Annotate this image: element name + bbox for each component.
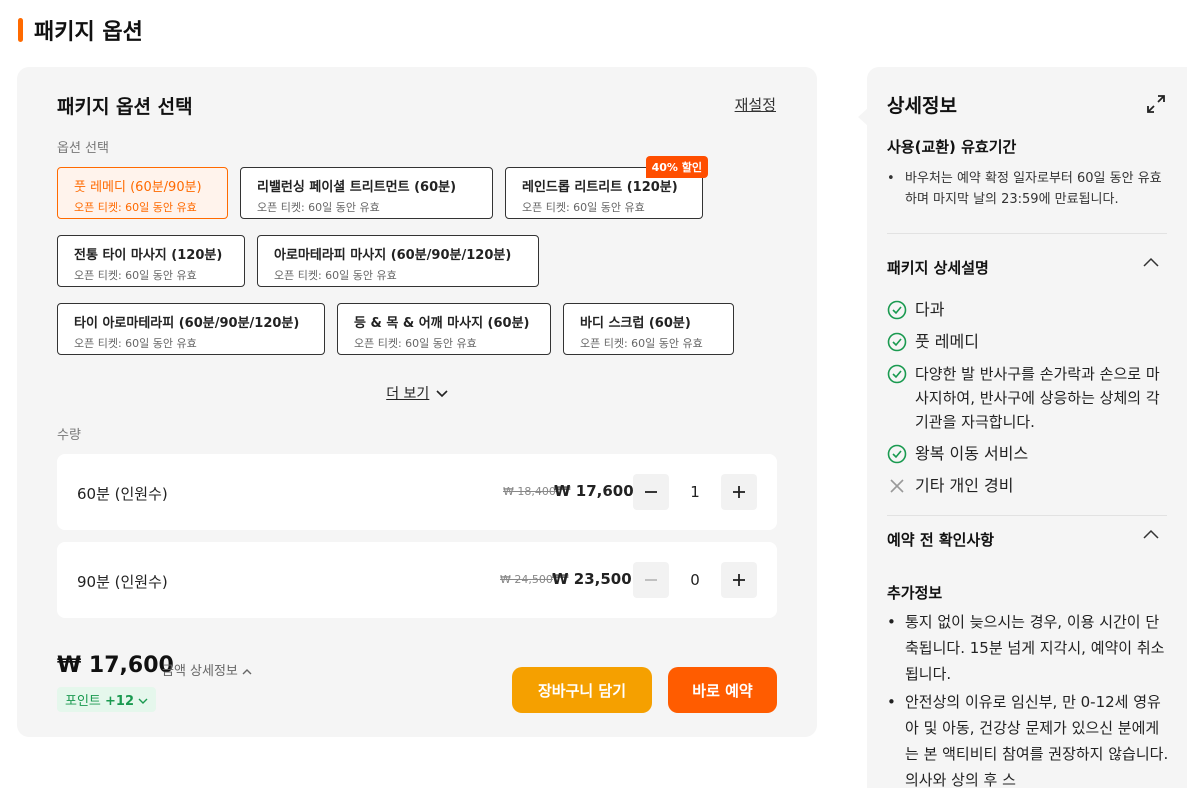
option-raindrop-retreat[interactable]: 레인드롭 리트리트 (120분) 오픈 티켓: 60일 동안 유효 40% 할인: [505, 156, 708, 219]
included-item-text: 다양한 발 반사구를 손가락과 손으로 마사지하여, 반사구에 상응하는 상체의…: [915, 365, 1160, 431]
quantity-value: 0: [690, 571, 700, 589]
expand-icon[interactable]: [1147, 95, 1165, 113]
decrease-button[interactable]: [633, 562, 669, 598]
option-name: 등 & 목 & 어깨 마사지 (60분): [354, 316, 530, 331]
check-circle-icon: [887, 300, 907, 320]
extra-info-text: 안전상의 이유로 임신부, 만 0-12세 영유아 및 아동, 건강상 문제가 …: [905, 693, 1169, 788]
validity-text: 바우처는 예약 확정 일자로부터 60일 동안 유효하며 마지막 날의 23:5…: [905, 171, 1162, 207]
option-thai-aromatherapy[interactable]: 타이 아로마테라피 (60분/90분/120분) 오픈 티켓: 60일 동안 유…: [57, 303, 325, 355]
option-name: 전통 타이 마사지 (120분): [74, 248, 223, 263]
package-detail-title: 패키지 상세설명: [887, 259, 989, 277]
total-price: ₩ 17,600: [57, 653, 174, 678]
option-validity: 오픈 티켓: 60일 동안 유효: [74, 269, 197, 282]
quantity-row-90min: 90분 (인원수) ₩ 24,500 ₩ 23,500 0: [57, 542, 777, 618]
included-item-text: 왕복 이동 서비스: [915, 444, 1029, 463]
price-detail-toggle[interactable]: 금액 상세정보: [162, 660, 252, 679]
option-name: 바디 스크럽 (60분): [580, 316, 691, 331]
included-item: 왕복 이동 서비스: [887, 442, 1167, 466]
included-item: 다양한 발 반사구를 손가락과 손으로 마사지하여, 반사구에 상응하는 상체의…: [887, 362, 1167, 434]
quantity-row-60min: 60분 (인원수) ₩ 18,400 ₩ 17,600 1: [57, 454, 777, 530]
option-aromatherapy-massage[interactable]: 아로마테라피 마사지 (60분/90분/120분) 오픈 티켓: 60일 동안 …: [257, 235, 539, 287]
excluded-item: 기타 개인 경비: [887, 474, 1167, 498]
sale-price: ₩ 17,600: [554, 482, 634, 500]
chevron-down-icon: [436, 390, 448, 398]
check-circle-icon: [887, 444, 907, 464]
option-thai-massage[interactable]: 전통 타이 마사지 (120분) 오픈 티켓: 60일 동안 유효: [57, 235, 245, 287]
option-validity: 오픈 티켓: 60일 동안 유효: [257, 201, 380, 214]
included-item: 풋 레메디: [887, 330, 1167, 354]
title-accent-bar: [18, 18, 23, 42]
points-label: 포인트: [65, 694, 101, 709]
extra-info-title: 추가정보: [887, 584, 943, 602]
check-circle-icon: [887, 332, 907, 352]
option-back-neck-shoulder[interactable]: 등 & 목 & 어깨 마사지 (60분) 오픈 티켓: 60일 동안 유효: [337, 303, 551, 355]
extra-info-item: • 안전상의 이유로 임신부, 만 0-12세 영유아 및 아동, 건강상 문제…: [887, 689, 1171, 788]
divider: [887, 233, 1167, 234]
option-validity: 오픈 티켓: 60일 동안 유효: [74, 201, 197, 214]
reset-button[interactable]: 재설정: [735, 94, 776, 115]
book-now-button[interactable]: 바로 예약: [668, 667, 777, 713]
increase-button[interactable]: [721, 562, 757, 598]
page-title: 패키지 옵션: [18, 14, 143, 46]
included-item-text: 풋 레메디: [915, 332, 979, 351]
chevron-up-icon[interactable]: [1143, 257, 1159, 267]
notice-title: 예약 전 확인사항: [887, 531, 995, 549]
option-validity: 오픈 티켓: 60일 동안 유효: [522, 201, 645, 214]
bullet: •: [887, 693, 896, 711]
extra-info-text: 통지 없이 늦으시는 경우, 이용 시간이 단축됩니다. 15분 넘게 지각시,…: [905, 613, 1165, 683]
increase-button[interactable]: [721, 474, 757, 510]
panel-title: 패키지 옵션 선택: [57, 96, 193, 118]
points-badge[interactable]: 포인트 +12: [57, 687, 157, 712]
bullet: •: [887, 171, 895, 186]
option-validity: 오픈 티켓: 60일 동안 유효: [274, 269, 397, 282]
original-price: ₩ 18,400: [503, 485, 556, 498]
original-price: ₩ 24,500: [500, 573, 553, 586]
included-item-text: 다과: [915, 300, 945, 319]
minus-icon: [645, 491, 657, 493]
add-to-cart-button[interactable]: 장바구니 담기: [512, 667, 652, 713]
details-title: 상세정보: [887, 95, 957, 117]
excluded-item-text: 기타 개인 경비: [915, 476, 1014, 495]
minus-icon: [645, 579, 657, 581]
option-validity: 오픈 티켓: 60일 동안 유효: [354, 337, 477, 350]
quantity-row-label: 60분 (인원수): [77, 485, 168, 503]
page-title-text: 패키지 옵션: [34, 20, 143, 45]
decrease-button[interactable]: [633, 474, 669, 510]
check-circle-icon: [887, 364, 907, 384]
extra-info-item: • 통지 없이 늦으시는 경우, 이용 시간이 단축됩니다. 15분 넘게 지각…: [887, 609, 1171, 687]
quantity-value: 1: [690, 483, 700, 501]
show-more-button[interactable]: 더 보기: [17, 383, 817, 403]
plus-icon: [733, 574, 745, 586]
chevron-up-icon: [242, 669, 252, 675]
details-panel: 상세정보 사용(교환) 유효기간 • 바우처는 예약 확정 일자로부터 60일 …: [867, 67, 1187, 788]
quantity-row-label: 90분 (인원수): [77, 573, 168, 591]
option-body-scrub[interactable]: 바디 스크럽 (60분) 오픈 티켓: 60일 동안 유효: [563, 303, 734, 355]
quantity-label: 수량: [57, 428, 81, 443]
bullet: •: [887, 613, 896, 631]
options-label: 옵션 선택: [57, 141, 109, 156]
x-icon: [890, 479, 904, 493]
divider: [887, 515, 1167, 516]
sale-price: ₩ 23,500: [552, 570, 632, 588]
option-foot-remedy[interactable]: 풋 레메디 (60분/90분) 오픈 티켓: 60일 동안 유효: [57, 167, 228, 219]
validity-title: 사용(교환) 유효기간: [887, 138, 1017, 156]
package-options-panel: 패키지 옵션 선택 재설정 옵션 선택 풋 레메디 (60분/90분) 오픈 티…: [17, 67, 817, 737]
plus-icon: [733, 486, 745, 498]
chevron-up-icon[interactable]: [1143, 529, 1159, 539]
included-item: 다과: [887, 298, 1167, 322]
option-name: 아로마테라피 마사지 (60분/90분/120분): [274, 248, 512, 263]
option-name: 타이 아로마테라피 (60분/90분/120분): [74, 316, 300, 331]
chevron-down-icon: [138, 698, 148, 704]
option-validity: 오픈 티켓: 60일 동안 유효: [74, 337, 197, 350]
option-validity: 오픈 티켓: 60일 동안 유효: [580, 337, 703, 350]
option-name: 리밸런싱 페이셜 트리트먼트 (60분): [257, 180, 457, 195]
price-detail-label: 금액 상세정보: [162, 664, 238, 679]
show-more-label: 더 보기: [386, 386, 430, 402]
option-name: 레인드롭 리트리트 (120분): [522, 180, 678, 195]
points-value: +12: [105, 694, 135, 709]
validity-text-item: • 바우처는 예약 확정 일자로부터 60일 동안 유효하며 마지막 날의 23…: [887, 168, 1171, 210]
discount-badge: 40% 할인: [645, 156, 708, 178]
option-rebalancing-facial[interactable]: 리밸런싱 페이셜 트리트먼트 (60분) 오픈 티켓: 60일 동안 유효: [240, 167, 493, 219]
option-name: 풋 레메디 (60분/90분): [74, 180, 202, 195]
